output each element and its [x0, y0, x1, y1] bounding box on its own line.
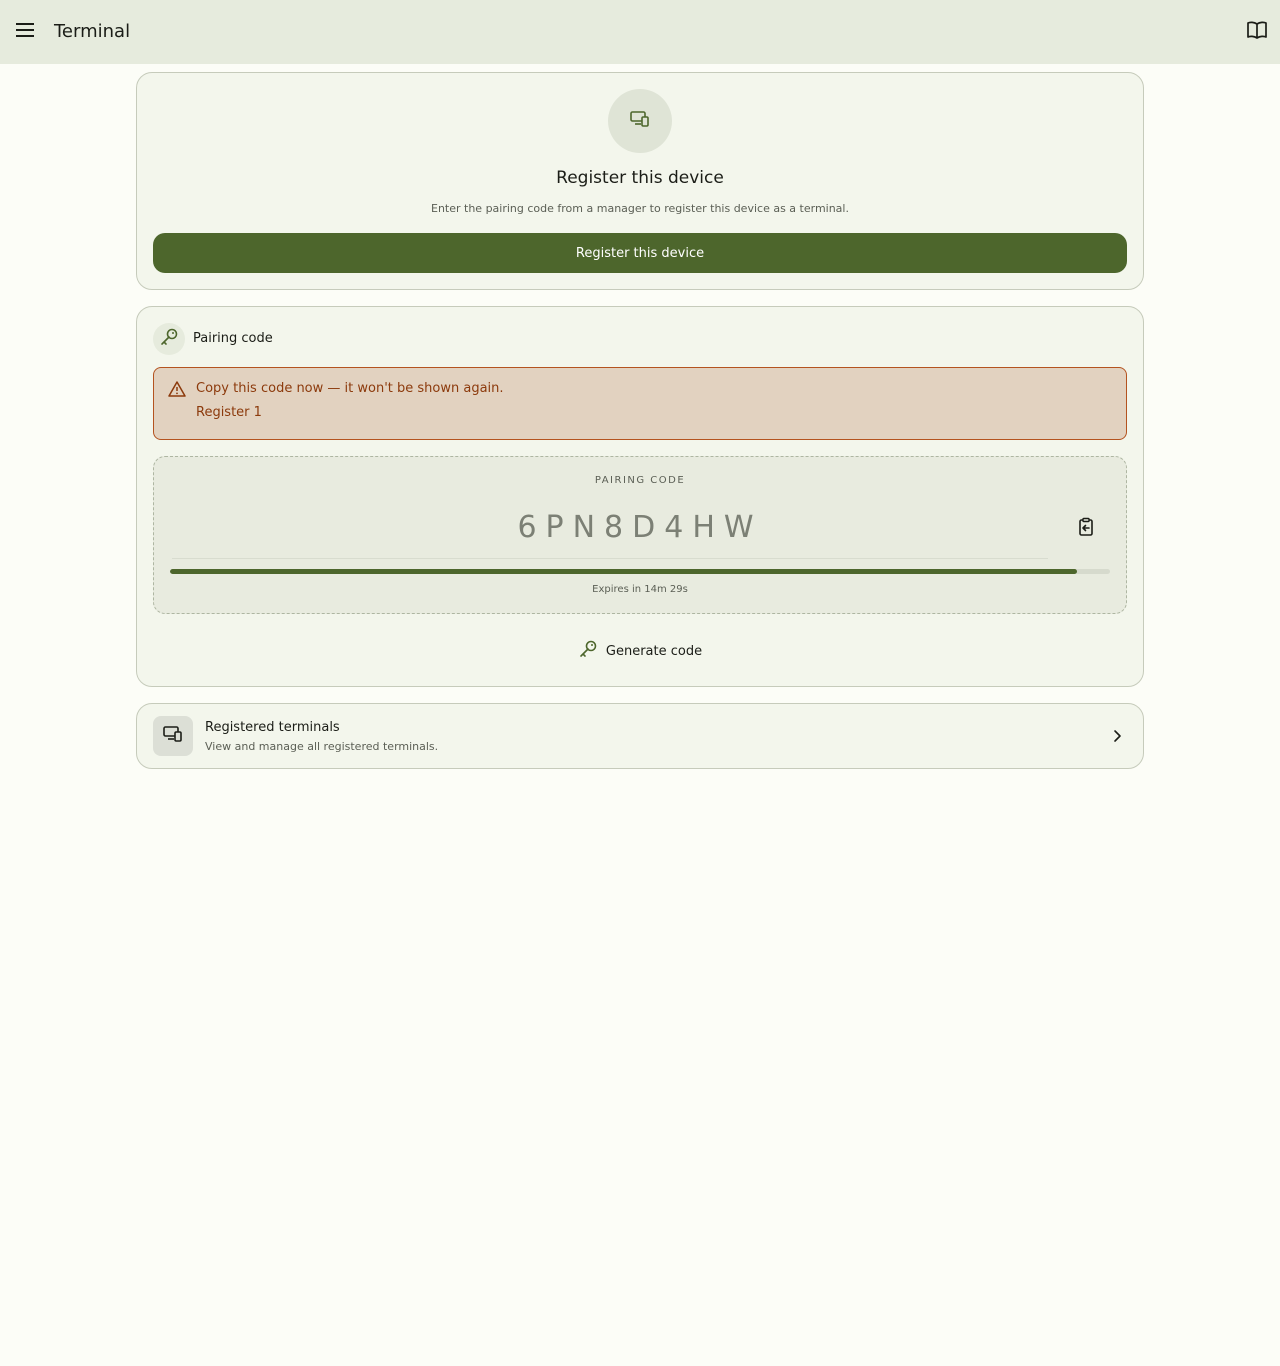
- pairing-code-card: Pairing code Copy this code now — it won…: [136, 306, 1144, 687]
- devices-icon: [162, 724, 184, 748]
- warning-terminal-name: Register 1: [196, 405, 262, 420]
- expires-countdown: Expires in 14m 29s: [592, 584, 688, 595]
- docs-button[interactable]: [1245, 20, 1269, 44]
- top-app-bar: Terminal: [0, 0, 1280, 64]
- pairing-code-heading: Pairing code: [193, 331, 273, 346]
- pairing-code-display: PAIRING CODE 6PN8D4HW Expires in 14m 29s: [153, 456, 1127, 614]
- copy-warning-banner: Copy this code now — it won't be shown a…: [153, 367, 1127, 440]
- code-divider: [172, 558, 1048, 559]
- generate-code-label: Generate code: [605, 643, 703, 659]
- expiry-progress-fill: [170, 569, 1078, 574]
- pairing-code-label: PAIRING CODE: [594, 475, 686, 486]
- register-title: Register this device: [556, 168, 724, 188]
- registered-terminals-link[interactable]: Registered terminals View and manage all…: [136, 703, 1144, 769]
- registered-terminals-title: Registered terminals: [205, 720, 340, 735]
- pairing-code-value: 6PN8D4HW: [517, 510, 763, 545]
- generate-code-button[interactable]: Generate code: [573, 637, 707, 665]
- pairing-header-icon-badge: [153, 323, 185, 355]
- terminals-icon-badge: [153, 716, 193, 756]
- menu-button[interactable]: [13, 20, 37, 44]
- chevron-right-icon: [1107, 726, 1127, 746]
- registered-terminals-subtitle: View and manage all registered terminals…: [205, 740, 439, 753]
- register-description: Enter the pairing code from a manager to…: [431, 202, 849, 215]
- clipboard-copy-icon: [1076, 517, 1096, 541]
- expiry-progress-bar: [170, 569, 1110, 574]
- register-device-card: Register this device Enter the pairing c…: [136, 72, 1144, 290]
- key-icon: [578, 639, 598, 663]
- register-device-button[interactable]: Register this device: [153, 233, 1127, 273]
- page-title: Terminal: [54, 21, 131, 42]
- warning-message: Copy this code now — it won't be shown a…: [196, 381, 504, 396]
- register-icon-badge: [608, 89, 672, 153]
- warning-icon: [168, 380, 186, 398]
- copy-code-button[interactable]: [1073, 516, 1099, 542]
- book-open-icon: [1246, 20, 1268, 44]
- devices-icon: [629, 109, 651, 133]
- key-icon: [159, 327, 179, 351]
- menu-icon: [15, 22, 35, 42]
